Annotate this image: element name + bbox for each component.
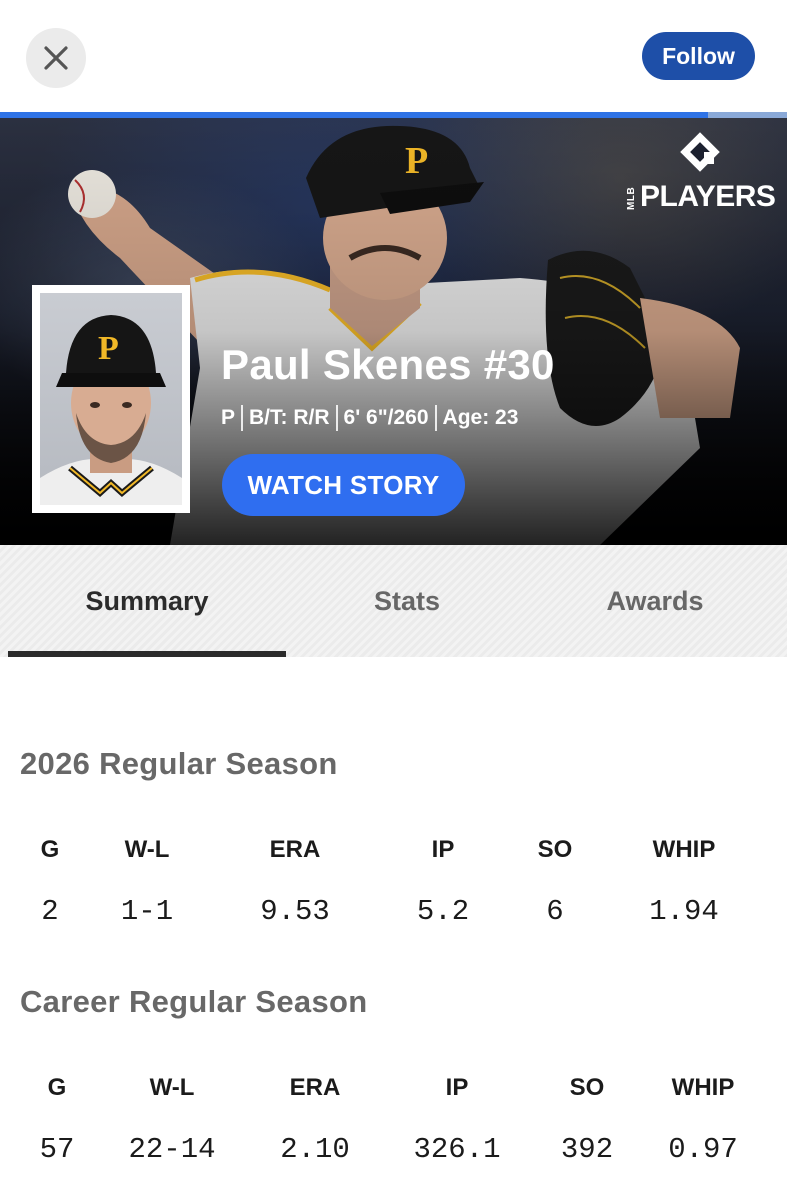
info-divider: [434, 405, 437, 431]
stat-value-g: 2: [41, 895, 59, 928]
player-headshot: P: [32, 285, 190, 513]
player-bats-throws: B/T: R/R: [249, 406, 330, 429]
stat-value-whip: 0.97: [668, 1133, 738, 1166]
watch-story-button[interactable]: WATCH STORY: [222, 454, 465, 516]
player-height-weight: 6' 6"/260: [343, 406, 429, 429]
section-title-career-regular-season: Career Regular Season: [20, 984, 368, 1019]
stat-value-era: 2.10: [280, 1133, 350, 1166]
stat-value-era: 9.53: [260, 895, 330, 928]
stat-header-era: ERA: [269, 836, 321, 863]
player-age: Age: 23: [442, 406, 519, 429]
diamond-logo-icon: [680, 132, 720, 172]
stat-header-ip: IP: [445, 1074, 469, 1101]
stat-header-so: SO: [537, 836, 573, 863]
stat-header-w-l: W-L: [124, 836, 170, 863]
stat-value-whip: 1.94: [649, 895, 719, 928]
stat-header-whip: WHIP: [671, 1074, 735, 1101]
player-hero: P MLB PLAYERS: [0, 118, 787, 545]
stat-header-g: G: [40, 836, 60, 863]
svg-text:P: P: [98, 330, 119, 367]
mlb-players-logo: MLB PLAYERS: [626, 130, 776, 213]
tab-bar: Summary Stats Awards: [0, 545, 787, 657]
close-icon: [44, 46, 68, 70]
tab-summary[interactable]: Summary: [8, 545, 286, 657]
stat-value-w-l: 1-1: [120, 895, 174, 928]
stat-header-g: G: [47, 1074, 67, 1101]
close-button[interactable]: [26, 28, 86, 88]
stat-value-g: 57: [39, 1133, 75, 1166]
players-logo-text: PLAYERS: [640, 180, 776, 213]
player-info: P B/T: R/R 6' 6"/260 Age: 23: [221, 405, 518, 431]
stat-header-so: SO: [569, 1074, 605, 1101]
mlb-logo-small-text: MLB: [626, 186, 637, 210]
stat-value-w-l: 22-14: [128, 1133, 216, 1166]
stat-header-era: ERA: [289, 1074, 341, 1101]
stat-value-ip: 326.1: [413, 1133, 501, 1166]
tab-awards[interactable]: Awards: [528, 545, 782, 657]
headshot-photo: P: [40, 315, 182, 505]
info-divider: [335, 405, 338, 431]
top-bar: Follow: [0, 0, 787, 112]
player-name: Paul Skenes #30: [221, 341, 555, 388]
active-tab-indicator: [8, 651, 286, 657]
stat-value-ip: 5.2: [416, 895, 470, 928]
stat-value-so: 392: [560, 1133, 614, 1166]
stat-header-ip: IP: [431, 836, 455, 863]
tab-stats[interactable]: Stats: [286, 545, 528, 657]
section-title-2026-regular-season: 2026 Regular Season: [20, 746, 338, 781]
follow-button[interactable]: Follow: [642, 32, 755, 80]
stat-header-w-l: W-L: [149, 1074, 195, 1101]
info-divider: [241, 405, 244, 431]
stat-header-whip: WHIP: [652, 836, 716, 863]
player-position: P: [221, 406, 236, 429]
stat-value-so: 6: [546, 895, 564, 928]
